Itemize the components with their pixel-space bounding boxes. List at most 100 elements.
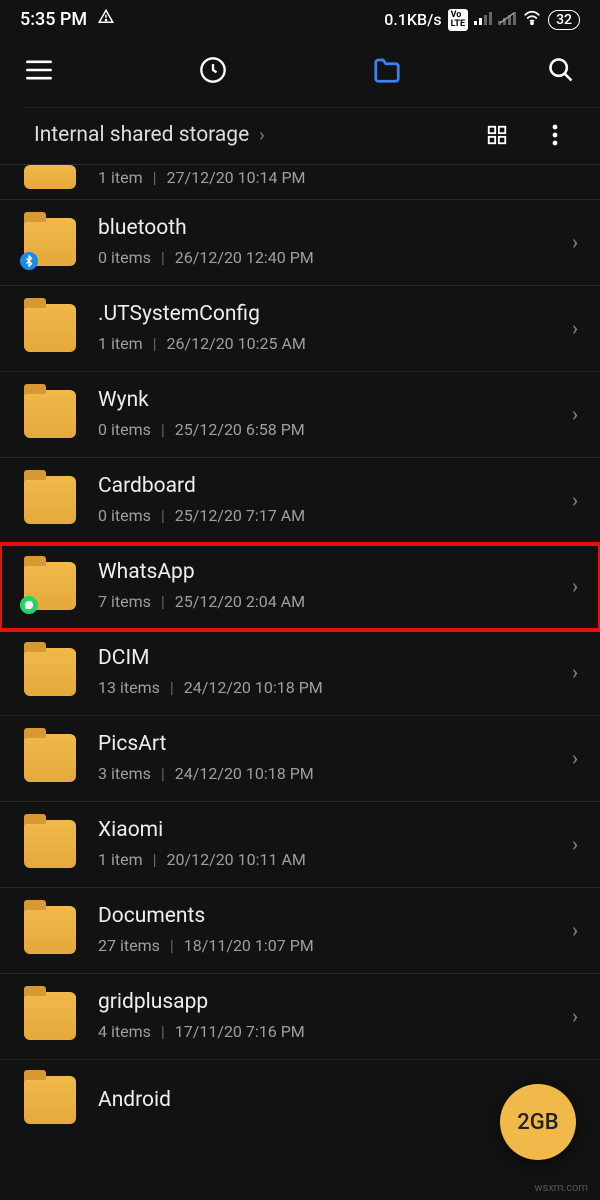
item-meta: 13 items | 24/12/20 10:18 PM [98, 678, 572, 697]
item-name: Wynk [98, 388, 572, 412]
folder-icon [24, 165, 76, 189]
breadcrumb-row: Internal shared storage › [0, 108, 600, 165]
item-info: Wynk0 items|25/12/20 6:58 PM [76, 388, 572, 439]
status-net-speed: 0.1KB/s [384, 10, 441, 29]
volte-icon: VoLTE [448, 9, 469, 31]
item-count: 1 item [98, 168, 143, 187]
item-info: PicsArt3 items|24/12/20 10:18 PM [76, 732, 572, 783]
status-time: 5:35 PM [20, 9, 87, 30]
meta-separator: | [170, 678, 174, 697]
folder-tab-icon[interactable] [372, 55, 402, 85]
chevron-right-icon: › [572, 918, 578, 942]
item-name: .UTSystemConfig [98, 302, 572, 326]
chevron-right-icon: › [572, 402, 578, 426]
item-date: 26/12/20 10:25 AM [167, 334, 306, 353]
item-date: 24/12/20 10:18 PM [184, 678, 323, 697]
folder-icon [24, 992, 76, 1040]
statusbar: 5:35 PM 0.1KB/s VoLTE 32 [0, 0, 600, 37]
item-date: 18/11/20 1:07 PM [184, 936, 314, 955]
item-date: 27/12/20 10:14 PM [167, 168, 306, 187]
item-count: 0 items [98, 420, 151, 439]
whatsapp-badge-icon [20, 596, 38, 614]
item-count: 7 items [98, 592, 151, 611]
item-count: 0 items [98, 248, 151, 267]
folder-list: 1 item | 27/12/20 10:14 PM bluetooth 0 items… [0, 165, 600, 1124]
folder-icon [24, 390, 76, 438]
meta-separator: | [161, 1022, 165, 1041]
battery-icon: 32 [548, 10, 580, 30]
item-info: gridplusapp4 items|17/11/20 7:16 PM [76, 990, 572, 1041]
more-icon[interactable] [542, 122, 568, 148]
item-meta: 7 items | 25/12/20 2:04 AM [98, 592, 572, 611]
item-meta: 27 items | 18/11/20 1:07 PM [98, 936, 572, 955]
list-item[interactable]: .UTSystemConfig1 item|26/12/20 10:25 AM› [0, 286, 600, 372]
item-name: PicsArt [98, 732, 572, 756]
item-name: DCIM [98, 646, 572, 670]
chevron-right-icon: › [572, 488, 578, 512]
list-item[interactable]: DCIM 13 items | 24/12/20 10:18 PM › [0, 630, 600, 716]
item-count: 13 items [98, 678, 160, 697]
chevron-right-icon: › [572, 832, 578, 856]
list-item[interactable]: Xiaomi 1 item|20/12/20 10:11 AM› [0, 802, 600, 888]
breadcrumb[interactable]: Internal shared storage › [34, 123, 265, 147]
item-meta: 0 items|25/12/20 7:17 AM [98, 506, 572, 525]
chevron-right-icon: › [572, 660, 578, 684]
item-name: bluetooth [98, 216, 572, 240]
list-item[interactable]: WhatsApp7 items|25/12/20 2:04 AM› [0, 544, 600, 630]
item-date: 25/12/20 2:04 AM [175, 592, 305, 611]
chevron-right-icon: › [572, 574, 578, 598]
recent-icon[interactable] [198, 55, 228, 85]
item-info: WhatsApp7 items|25/12/20 2:04 AM [76, 560, 572, 611]
meta-separator: | [161, 420, 165, 439]
item-name: gridplusapp [98, 990, 572, 1014]
meta-separator: | [170, 936, 174, 955]
bluetooth-badge-icon [20, 252, 38, 270]
item-count: 1 item [98, 850, 143, 869]
item-meta: 1 item|26/12/20 10:25 AM [98, 334, 572, 353]
item-meta: 4 items|17/11/20 7:16 PM [98, 1022, 572, 1041]
item-date: 17/11/20 7:16 PM [175, 1022, 305, 1041]
item-meta: 0 items|25/12/20 6:58 PM [98, 420, 572, 439]
item-meta: 1 item|20/12/20 10:11 AM [98, 850, 572, 869]
item-info: Xiaomi 1 item|20/12/20 10:11 AM [76, 818, 572, 869]
item-info: DCIM 13 items | 24/12/20 10:18 PM [76, 646, 572, 697]
folder-icon [24, 1076, 76, 1124]
list-item[interactable]: Documents27 items|18/11/20 1:07 PM› [0, 888, 600, 974]
grid-view-icon[interactable] [484, 122, 510, 148]
item-date: 24/12/20 10:18 PM [175, 764, 314, 783]
chevron-right-icon: › [259, 125, 264, 146]
item-info: bluetooth 0 items | 26/12/20 12:40 PM [76, 216, 572, 267]
topnav [0, 37, 600, 107]
item-info: Documents27 items|18/11/20 1:07 PM [76, 904, 572, 955]
list-item[interactable]: Cardboard 0 items|25/12/20 7:17 AM› [0, 458, 600, 544]
folder-icon [24, 562, 76, 610]
item-count: 27 items [98, 936, 160, 955]
wifi-icon [522, 9, 542, 30]
storage-fab[interactable]: 2GB [500, 1084, 576, 1160]
item-date: 20/12/20 10:11 AM [167, 850, 306, 869]
watermark-text: wsxm.com [534, 1181, 588, 1194]
fab-label: 2GB [517, 1110, 558, 1135]
list-item[interactable]: gridplusapp4 items|17/11/20 7:16 PM› [0, 974, 600, 1060]
chevron-right-icon: › [572, 230, 578, 254]
meta-separator: | [161, 248, 165, 267]
folder-icon [24, 648, 76, 696]
meta-separator: | [161, 592, 165, 611]
list-item[interactable]: PicsArt3 items|24/12/20 10:18 PM› [0, 716, 600, 802]
chevron-right-icon: › [572, 1004, 578, 1028]
hamburger-icon[interactable] [24, 55, 54, 85]
item-count: 3 items [98, 764, 151, 783]
folder-icon [24, 476, 76, 524]
meta-separator: | [153, 334, 157, 353]
meta-separator: | [153, 168, 157, 187]
chevron-right-icon: › [572, 316, 578, 340]
item-date: 26/12/20 12:40 PM [175, 248, 314, 267]
folder-icon [24, 304, 76, 352]
item-name: Cardboard [98, 474, 572, 498]
item-name: Xiaomi [98, 818, 572, 842]
item-info: 1 item | 27/12/20 10:14 PM [76, 168, 578, 187]
list-item[interactable]: Wynk0 items|25/12/20 6:58 PM› [0, 372, 600, 458]
list-item[interactable]: 1 item | 27/12/20 10:14 PM [0, 165, 600, 200]
list-item[interactable]: bluetooth 0 items | 26/12/20 12:40 PM › [0, 200, 600, 286]
search-icon[interactable] [546, 55, 576, 85]
